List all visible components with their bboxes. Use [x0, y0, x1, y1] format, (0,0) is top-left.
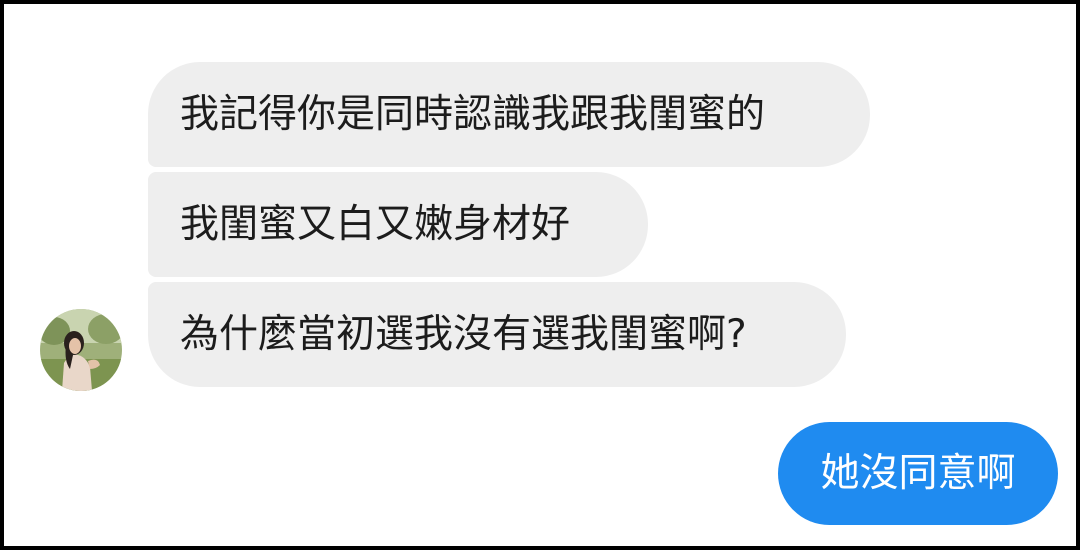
incoming-message-bubble: 我閨蜜又白又嫩身材好: [148, 172, 648, 277]
message-text: 我記得你是同時認識我跟我閨蜜的: [180, 92, 766, 137]
chat-window: 我記得你是同時認識我跟我閨蜜的 我閨蜜又白又嫩身材好 為什麼當初選我沒有選我閨蜜…: [4, 4, 1076, 546]
profile-photo-avatar-icon: [40, 309, 122, 391]
message-text: 她沒同意啊: [820, 451, 1016, 496]
incoming-message-bubble: 我記得你是同時認識我跟我閨蜜的: [148, 62, 870, 167]
message-text: 為什麼當初選我沒有選我閨蜜啊?: [180, 312, 747, 357]
message-text: 我閨蜜又白又嫩身材好: [180, 202, 571, 247]
outgoing-message-bubble: 她沒同意啊: [778, 422, 1058, 525]
incoming-message-bubble: 為什麼當初選我沒有選我閨蜜啊?: [148, 282, 846, 387]
contact-avatar[interactable]: [40, 309, 122, 391]
